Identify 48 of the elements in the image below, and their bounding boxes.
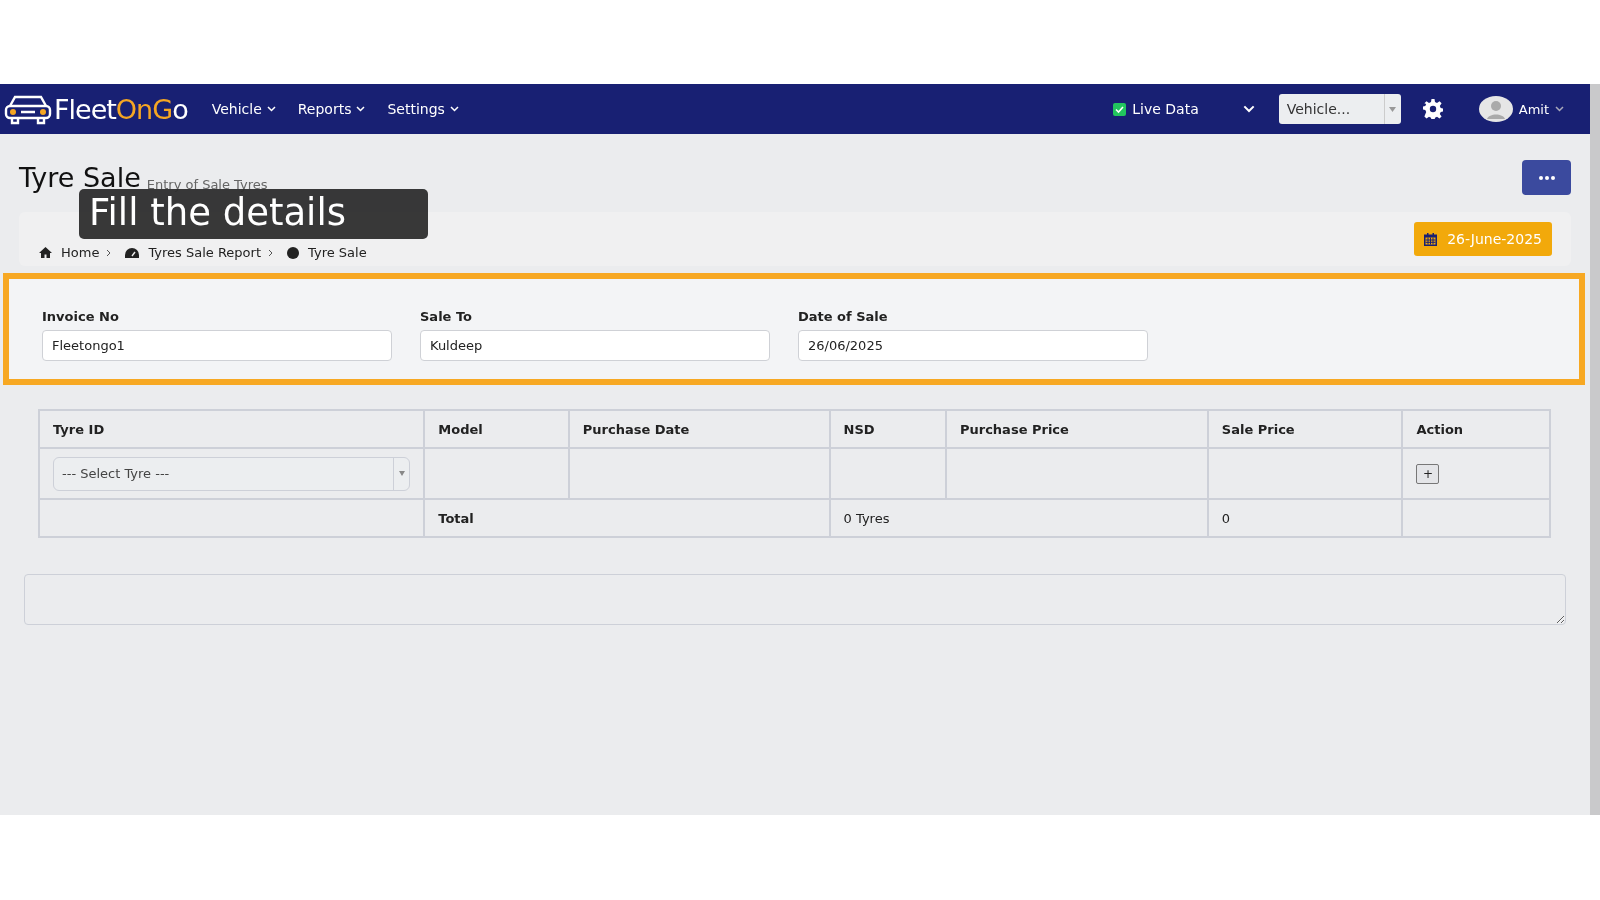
settings-icon[interactable] (1422, 99, 1443, 119)
gauge-icon (125, 247, 140, 258)
chevron-right-icon (268, 248, 274, 257)
caret-icon (1389, 106, 1397, 112)
table-cell: 0 (1207, 499, 1403, 537)
field-label: Date of Sale (798, 309, 889, 324)
calendar-icon (1424, 232, 1438, 246)
nav-menu-item[interactable]: Reports (293, 97, 370, 121)
chevron-right-icon (106, 248, 112, 257)
tyre-select[interactable]: --- Select Tyre --- (53, 456, 411, 491)
home-icon (39, 247, 52, 258)
circle-icon (287, 246, 300, 259)
caret-icon (398, 471, 405, 476)
tooltip: Fill the details (79, 189, 428, 239)
chevron-down-icon (356, 106, 366, 112)
more-icon (1538, 175, 1555, 180)
chevron-down-icon (1242, 105, 1255, 113)
input-field[interactable]: 26/06/2025 (798, 330, 1148, 361)
field-label: Invoice No (42, 309, 120, 324)
column-header: Tyre ID (39, 410, 425, 448)
column-header: Purchase Date (568, 410, 830, 448)
input-field[interactable]: Kuldeep (420, 330, 770, 361)
table-cell: 0 Tyres (829, 499, 1208, 537)
column-header: Purchase Price (945, 410, 1208, 448)
breadcrumb-link[interactable]: Tyre Sale (308, 245, 367, 260)
chevron-down-icon (266, 106, 276, 112)
user-menu[interactable]: Amit (1472, 95, 1570, 123)
column-header: NSD (829, 410, 946, 448)
add-button[interactable]: + (1416, 463, 1440, 484)
logo-text: FleetOnGo (54, 93, 188, 125)
input-field[interactable]: Fleetongo1 (42, 330, 392, 361)
more-button[interactable] (1522, 160, 1571, 195)
total-label: Total (424, 499, 830, 537)
live-data-label: Live Data (1132, 101, 1199, 117)
chevron-down-icon (1555, 106, 1564, 112)
column-header: Sale Price (1207, 410, 1403, 448)
breadcrumb-link[interactable]: Home (61, 245, 100, 260)
checkbox[interactable] (1113, 102, 1127, 116)
vehicle-select[interactable]: Vehicle... (1278, 94, 1401, 124)
nav-menu-item[interactable]: Vehicle (207, 97, 280, 121)
avatar-icon (1478, 96, 1513, 122)
column-header: Model (424, 410, 569, 448)
field-label: Sale To (420, 309, 473, 324)
page-subtitle: Entry of Sale Tyres (146, 177, 268, 192)
breadcrumb-link[interactable]: Tyres Sale Report (148, 245, 262, 260)
nav-menu-item[interactable]: Settings (383, 97, 463, 121)
chevron-down-icon (449, 106, 459, 112)
column-header: Action (1402, 410, 1550, 448)
